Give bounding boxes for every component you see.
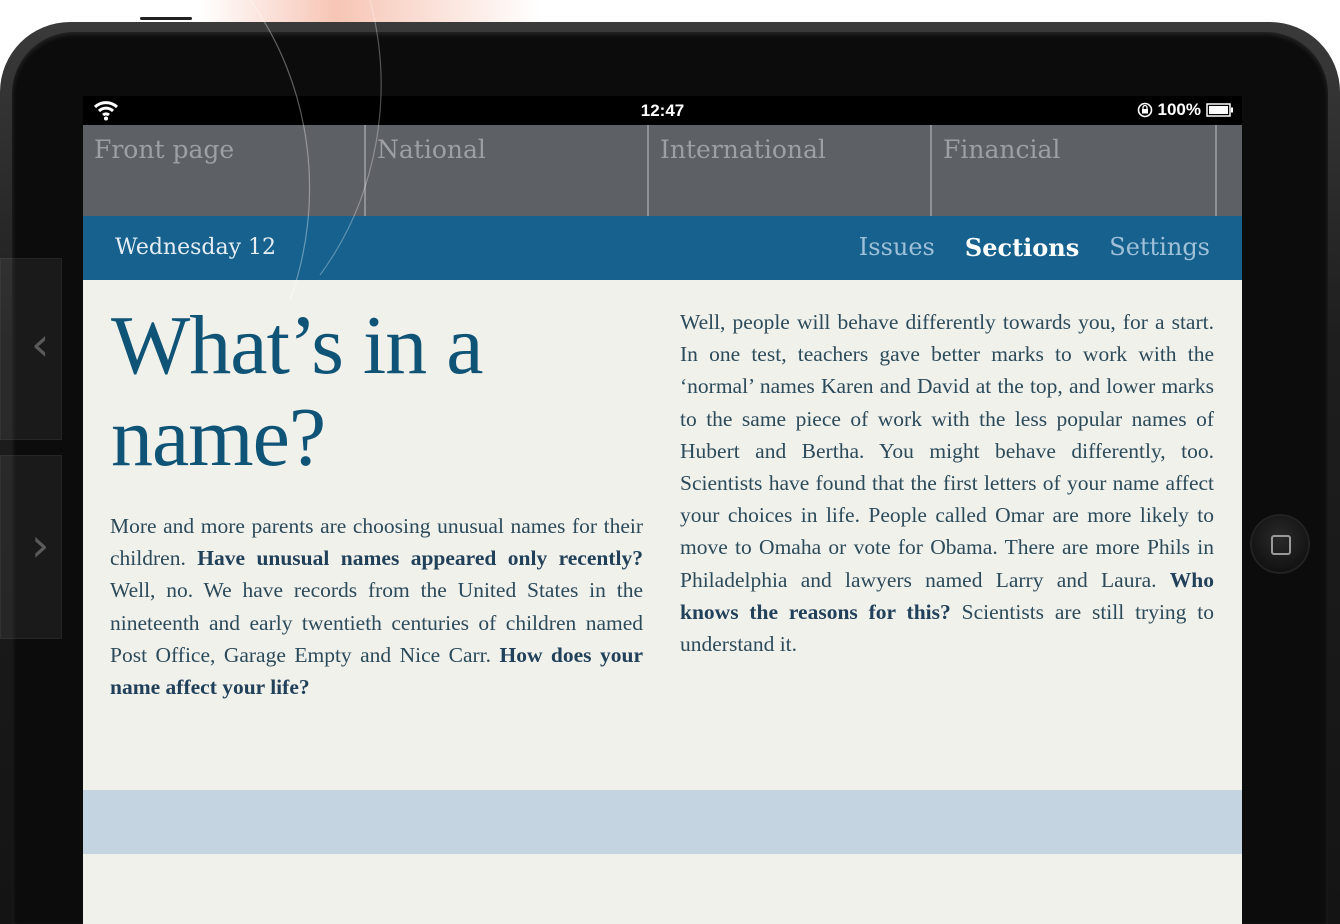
home-button-icon: [1271, 535, 1291, 555]
article-column-left: More and more parents are choosing unusu…: [110, 510, 643, 703]
rotation-lock-icon: [1137, 102, 1152, 118]
tab-financial[interactable]: Financial: [932, 125, 1217, 216]
tab-national[interactable]: National: [366, 125, 649, 216]
battery-percent: 100%: [1157, 100, 1201, 119]
device-sensor: [140, 17, 192, 20]
battery-icon: [1206, 103, 1233, 117]
previous-page-tab[interactable]: ‹: [0, 258, 62, 440]
chevron-left-icon: ‹: [31, 317, 50, 371]
tablet-screen: 12:47 100% Front page National Internati…: [83, 96, 1242, 924]
section-tabs: Front page National International Financ…: [83, 125, 1242, 216]
article: What’s in a name? More and more parents …: [83, 280, 1242, 790]
chevron-right-icon: ›: [31, 518, 50, 572]
status-time: 12:47: [640, 101, 685, 120]
issues-link[interactable]: Issues: [859, 233, 935, 262]
article-question: Have unusual names appeared only recentl…: [197, 546, 643, 571]
home-button[interactable]: [1252, 516, 1308, 572]
status-bar: 12:47 100%: [83, 96, 1242, 125]
tab-international[interactable]: International: [649, 125, 932, 216]
tab-front-page[interactable]: Front page: [83, 125, 366, 216]
article-column-right: Well, people will behave differently tow…: [680, 306, 1214, 660]
nav-links: Issues Sections Settings: [859, 233, 1210, 262]
settings-link[interactable]: Settings: [1109, 233, 1210, 262]
next-page-tab[interactable]: ›: [0, 455, 62, 639]
orange-glare: [200, 0, 540, 22]
article-text: Well, people will behave differently tow…: [680, 310, 1214, 592]
issue-date: Wednesday 12: [115, 235, 277, 260]
nav-bar: Wednesday 12 Issues Sections Settings: [83, 216, 1242, 280]
article-headline: What’s in a name?: [111, 299, 484, 484]
sections-link[interactable]: Sections: [965, 233, 1079, 262]
footer-band: [83, 790, 1242, 854]
status-right: 100%: [1137, 100, 1234, 120]
